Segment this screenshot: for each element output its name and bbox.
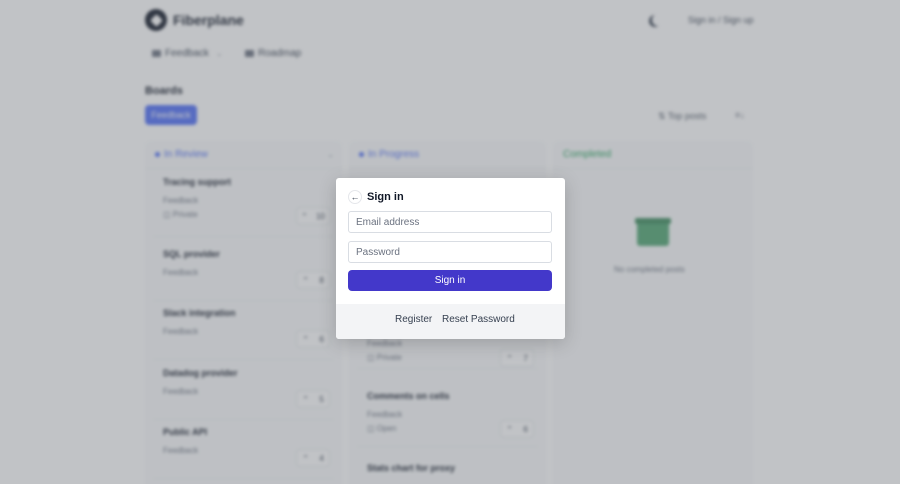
sign-in-button[interactable]: Sign in bbox=[348, 270, 552, 291]
email-field[interactable] bbox=[348, 211, 552, 233]
password-field[interactable] bbox=[348, 241, 552, 263]
back-arrow-icon[interactable]: ← bbox=[348, 190, 362, 204]
modal-title: Sign in bbox=[367, 191, 404, 203]
reset-password-link[interactable]: Reset Password bbox=[442, 314, 515, 325]
sign-in-modal: ← Sign in Sign in Register Reset Passwor… bbox=[336, 178, 565, 339]
register-link[interactable]: Register bbox=[395, 314, 432, 325]
